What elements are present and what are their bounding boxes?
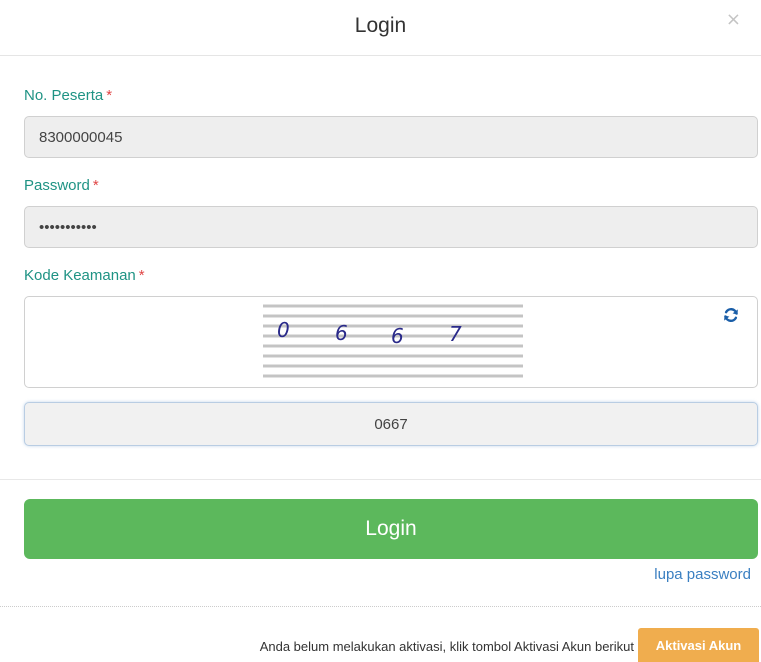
password-label: Password * [24, 177, 99, 194]
modal-header: Login × [0, 0, 761, 56]
participant-number-input[interactable] [24, 116, 758, 158]
close-button[interactable]: × [726, 9, 741, 30]
form-divider [0, 479, 761, 480]
captcha-digit: 0 [277, 318, 290, 342]
required-marker: * [138, 267, 145, 284]
captcha-digit: 7 [449, 322, 462, 346]
password-label-text: Password [24, 177, 90, 194]
captcha-label: Kode Keamanan * [24, 267, 145, 284]
captcha-image: 0 6 6 7 [263, 304, 523, 378]
footer-divider [0, 606, 761, 607]
login-button[interactable]: Login [24, 499, 758, 559]
modal-title: Login [354, 14, 407, 37]
captcha-label-text: Kode Keamanan [24, 267, 136, 284]
required-marker: * [92, 177, 99, 194]
activate-account-button[interactable]: Aktivasi Akun [638, 628, 759, 662]
captcha-input[interactable] [24, 402, 758, 446]
forgot-password-link[interactable]: lupa password [654, 566, 751, 583]
participant-number-label: No. Peserta * [24, 87, 112, 104]
activation-prompt: Anda belum melakukan aktivasi, klik tomb… [259, 639, 634, 654]
password-input[interactable] [24, 206, 758, 248]
participant-number-label-text: No. Peserta [24, 87, 104, 104]
required-marker: * [106, 87, 113, 104]
captcha-box: 0 6 6 7 [24, 296, 758, 388]
captcha-digit: 6 [391, 324, 404, 348]
refresh-icon[interactable] [723, 307, 739, 323]
captcha-digit: 6 [335, 321, 348, 345]
